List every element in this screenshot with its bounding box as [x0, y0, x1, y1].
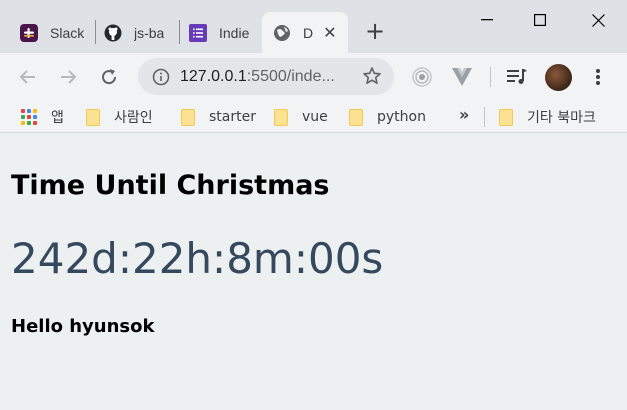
tab-slack[interactable]: Slack	[20, 12, 86, 53]
tab-github[interactable]: js-ba	[104, 12, 170, 53]
forms-icon	[189, 23, 207, 42]
bookmark-label: 앱	[51, 110, 64, 126]
folder-icon	[86, 108, 100, 126]
maximize-button[interactable]	[511, 0, 569, 40]
minimize-button[interactable]	[458, 0, 516, 40]
url-text: 127.0.0.1:5500/inde...	[180, 68, 335, 86]
forward-arrow-icon	[61, 70, 77, 84]
apps-grid-icon	[21, 109, 37, 125]
tab-title: Slack	[50, 24, 85, 41]
bookmark-folder[interactable]: vue	[274, 107, 328, 127]
media-control-icon[interactable]	[505, 65, 529, 89]
tab-active[interactable]: D ✕	[262, 12, 348, 53]
bookmarks-overflow-button[interactable]: »	[459, 105, 469, 124]
bookmark-other-folder[interactable]: 기타 북마크	[499, 107, 596, 127]
bookmark-label: starter	[209, 109, 256, 125]
reload-icon	[102, 69, 117, 85]
greeting-text: Hello hyunsok	[11, 316, 155, 337]
globe-icon	[273, 24, 291, 42]
minimize-icon	[481, 19, 493, 21]
tab-strip: Slack js-ba Indie D ✕ +	[0, 0, 627, 53]
bookmark-label: 기타 북마크	[527, 110, 596, 126]
profile-avatar[interactable]	[545, 64, 572, 91]
tab-separator	[95, 20, 96, 44]
countdown-clock: 242d:22h:8m:00s	[11, 234, 384, 283]
bookmark-apps[interactable]: 앱	[21, 107, 64, 127]
page-content: Time Until Christmas 242d:22h:8m:00s Hel…	[0, 134, 627, 410]
browser-toolbar: 127.0.0.1:5500/inde...	[0, 53, 627, 100]
url-path: :5500/inde...	[246, 67, 335, 85]
folder-icon	[181, 108, 195, 126]
bookmark-label: vue	[302, 109, 328, 125]
bookmark-label: python	[377, 109, 426, 125]
forward-button[interactable]	[54, 63, 82, 91]
tab-separator	[179, 20, 180, 44]
folder-icon	[274, 108, 288, 126]
bookmarks-bar: 앱 사람인 starter vue python 기타 북마크	[0, 100, 627, 133]
url-host: 127.0.0.1	[180, 67, 247, 85]
back-arrow-icon	[19, 70, 35, 84]
bookmarks-separator	[484, 107, 485, 127]
maximize-icon	[534, 14, 546, 26]
toolbar-separator	[490, 67, 491, 87]
tab-indie[interactable]: Indie	[189, 12, 255, 53]
close-window-button[interactable]	[569, 0, 627, 40]
bookmark-label: 사람인	[114, 110, 153, 126]
reload-button[interactable]	[95, 63, 123, 91]
tab-title: Indie	[219, 24, 250, 41]
bookmark-folder[interactable]: python	[349, 107, 426, 127]
page-title: Time Until Christmas	[11, 170, 330, 201]
vue-devtools-icon[interactable]	[450, 65, 474, 89]
tab-title: D	[303, 24, 314, 41]
folder-icon	[349, 108, 363, 126]
extension-target-icon[interactable]	[410, 65, 434, 89]
bookmark-folder[interactable]: starter	[181, 107, 256, 127]
github-icon	[104, 24, 122, 42]
folder-icon	[499, 108, 513, 126]
bookmark-folder[interactable]: 사람인	[86, 107, 153, 127]
close-tab-icon[interactable]: ✕	[323, 23, 336, 42]
bookmark-star-icon[interactable]	[362, 66, 382, 86]
address-bar[interactable]: 127.0.0.1:5500/inde...	[138, 58, 394, 95]
back-button[interactable]	[14, 63, 42, 91]
close-icon	[591, 13, 605, 27]
slack-icon	[20, 23, 38, 42]
tab-title: js-ba	[134, 24, 165, 41]
site-info-icon[interactable]	[152, 68, 170, 86]
menu-kebab-icon[interactable]	[586, 65, 610, 89]
new-tab-button[interactable]: +	[362, 18, 388, 44]
